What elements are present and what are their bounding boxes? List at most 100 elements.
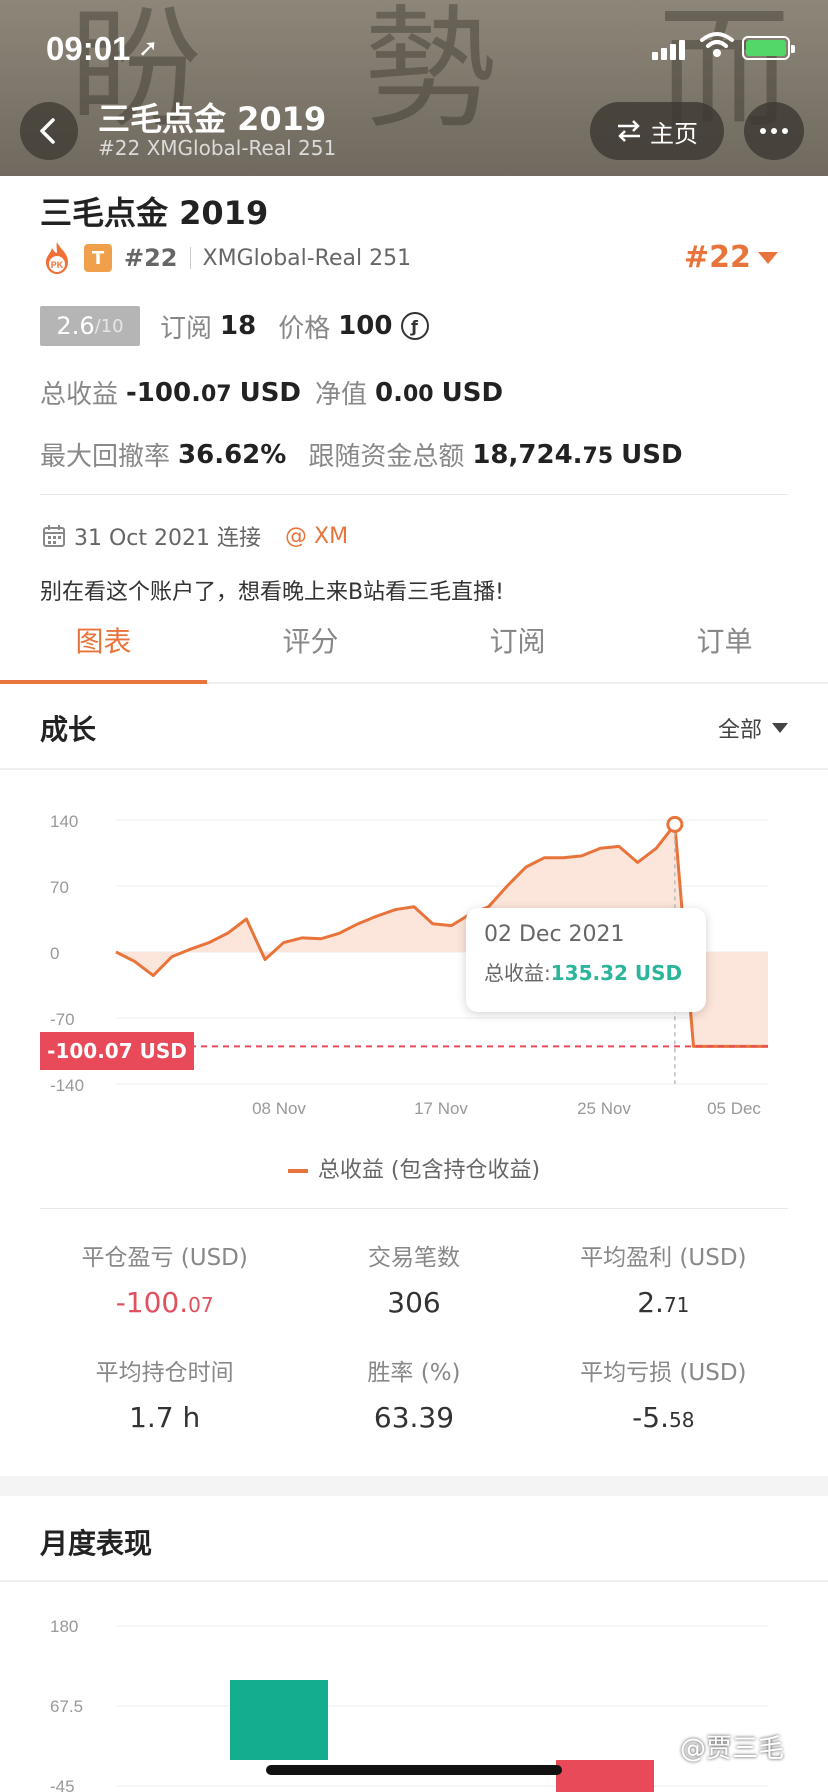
score-value: 2.6 [56,312,95,340]
drawdown-row: 最大回撤率 36.62% 跟随资金总额 18,724.75 USD [40,436,683,473]
status-bar: 09:01 ➚ [0,0,828,100]
svg-text:PK: PK [51,260,64,270]
price-label: 价格 [278,313,331,344]
max-drawdown-label: 最大回撤率 [40,442,171,472]
header-title: 三毛点金 2019 [98,100,327,138]
monthly-bar [556,1760,654,1792]
y-tick-label: 0 [50,944,59,963]
stat-label: 平均亏损 (USD) [580,1360,747,1386]
equity-unit: USD [441,377,504,408]
range-filter-label: 全部 [717,718,762,743]
score-max: /10 [94,315,124,337]
stat-value-int: -5. [632,1401,669,1434]
pk-flame-icon[interactable]: PK [42,241,72,275]
stat-trade-count: 交易笔数 306 [289,1238,538,1319]
chart-legend[interactable]: 总收益 (包含持仓收益) [0,1152,828,1184]
header-banner: 盼 勢 而 為 09:01 ➚ 三毛点金 2019 #22 XMGlobal-R… [0,0,828,176]
tooltip-value-row: 总收益:135.32 USD [484,957,688,986]
stat-value-dec: 58 [669,1408,695,1432]
follow-funds-int: 18,724. [472,439,583,470]
tab-orders[interactable]: 订单 [621,612,828,682]
home-indicator [266,1765,562,1775]
stat-value: -5.58 [539,1401,788,1434]
badge-separator [189,247,191,269]
chevron-left-icon [40,118,55,144]
tooltip-value: 135.32 USD [550,961,683,985]
tooltip-label: 总收益: [484,961,551,985]
home-button-label: 主页 [650,119,698,148]
more-options-button[interactable] [744,102,804,160]
watermark: @贾三毛 [680,1734,785,1764]
broker-server: XMGlobal-Real 251 [202,245,412,271]
legend-swatch [287,1169,308,1173]
stat-closed-pnl: 平仓盈亏 (USD) -100.07 [40,1238,289,1319]
rank-number: #22 [124,244,178,272]
highlight-point [666,815,684,833]
more-dots-icon [760,128,766,134]
rank-caret-down-icon[interactable] [758,252,778,264]
x-tick-label: 08 Nov [252,1099,306,1118]
stat-value-int: -100. [115,1286,189,1319]
swap-arrows-icon [618,120,640,142]
stats-grid: 平仓盈亏 (USD) -100.07 交易笔数 306 平均盈利 (USD) 2… [40,1238,788,1434]
score-row: 2.6/10 订阅 18 价格 100 ƒ [40,306,429,346]
calendar-icon [43,525,65,547]
x-tick-label: 25 Nov [577,1099,631,1118]
follow-funds-dec: 75 [582,443,614,469]
total-profit-dec: 07 [200,381,232,407]
max-drawdown-value: 36.62% [178,439,287,470]
y-tick-label: 70 [50,878,69,897]
stat-avg-loss: 平均亏损 (USD) -5.58 [539,1353,788,1434]
tab-chart[interactable]: 图表 [0,612,207,684]
follow-funds-unit: USD [621,439,683,470]
y-tick-label: 140 [50,812,78,831]
range-filter-dropdown[interactable]: 全部 [718,712,788,744]
total-profit-unit: USD [239,377,302,408]
stat-avg-hold-time: 平均持仓时间 1.7 h [40,1353,289,1434]
equity-int: 0. [375,377,403,408]
price-value: 100 [338,311,393,341]
section-gap [0,1476,828,1496]
cellular-signal-icon [652,36,688,60]
home-button[interactable]: 主页 [590,102,724,160]
stat-label: 平均盈利 (USD) [580,1245,747,1271]
stat-label: 平均持仓时间 [95,1360,234,1386]
stat-label: 交易笔数 [367,1245,460,1271]
tab-subscribe[interactable]: 订阅 [414,612,621,682]
broker-link[interactable]: @ XM [285,524,348,549]
account-name: 三毛点金 2019 [40,194,269,232]
stat-value-int: 1.7 h [129,1401,201,1434]
legend-label: 总收益 (包含持仓收益) [317,1158,541,1183]
subscribe-label: 订阅 [160,313,213,344]
stat-value: 1.7 h [40,1401,289,1434]
info-divider [40,494,788,495]
stat-value-dec: 71 [663,1293,690,1317]
stat-value: 306 [289,1286,538,1319]
stat-value-int: 63.39 [373,1401,455,1434]
equity-dec: 00 [403,381,434,407]
status-time: 09:01 [46,30,131,67]
monthly-title: 月度表现 [40,1527,153,1560]
monthly-bar [230,1680,328,1760]
y-tick-label: -70 [50,1010,75,1029]
wifi-icon [700,32,734,57]
stat-value: 2.71 [539,1286,788,1319]
profit-row: 总收益 -100.07 USD 净值 0.00 USD [40,374,503,411]
growth-title: 成长 [40,713,97,746]
stat-win-rate: 胜率 (%) 63.39 [289,1353,538,1434]
legend-divider [40,1208,788,1209]
rank-dropdown[interactable]: #22 [684,240,751,275]
tooltip-date: 02 Dec 2021 [484,922,625,947]
stat-value-int: 2. [637,1286,664,1319]
location-arrow-icon: ➚ [138,34,159,62]
total-profit-label: 总收益 [40,380,119,410]
tab-rating[interactable]: 评分 [207,612,414,682]
back-button[interactable] [20,102,78,160]
account-description: 别在看这个账户了，想看晚上来B站看三毛直播! [40,580,504,605]
chart-tooltip: 02 Dec 2021 总收益:135.32 USD [466,908,706,1012]
stat-avg-profit: 平均盈利 (USD) 2.71 [539,1238,788,1319]
stat-value: 63.39 [289,1401,538,1434]
stat-label: 胜率 (%) [367,1360,461,1386]
stat-value-int: 306 [387,1286,441,1319]
battery-icon [742,36,795,60]
